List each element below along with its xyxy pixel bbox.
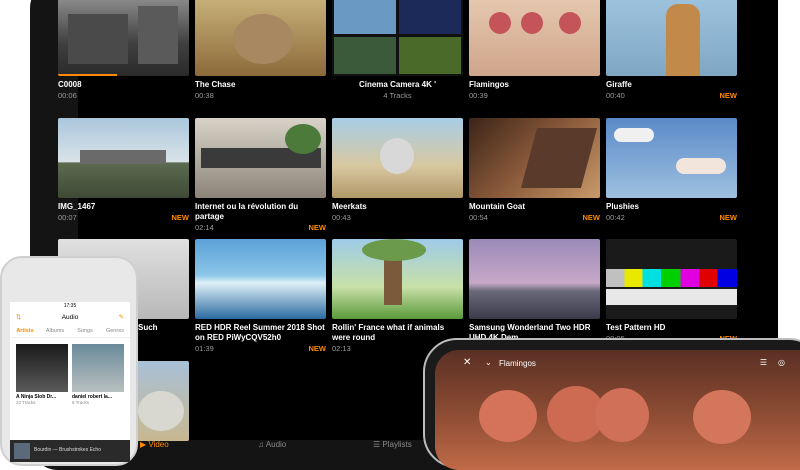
player-top-bar: ✕ ⌄ Flamingos ☰ ◎ <box>435 350 800 376</box>
folder-track-count: 4 Tracks <box>383 91 412 100</box>
status-bar-time: 17:35 <box>63 303 77 309</box>
video-tile[interactable]: The Chase 00:38 <box>195 0 326 100</box>
video-tile[interactable]: C0008 00:06 <box>58 0 189 100</box>
video-thumbnail <box>195 239 326 319</box>
video-duration: 00:38 <box>195 91 214 100</box>
artist-track-count: 22 Tracks <box>16 400 36 405</box>
new-badge: NEW <box>582 213 601 222</box>
tab-artists[interactable]: Artists <box>10 325 40 337</box>
artist-item[interactable]: daniel robert la... 6 Tracks <box>72 344 124 405</box>
chevron-down-icon[interactable]: ⌄ <box>485 358 492 367</box>
video-tile[interactable]: Giraffe 00:40 NEW <box>606 0 737 100</box>
folder-tile[interactable]: Cinema Camera 4K ' 4 Tracks <box>332 0 463 100</box>
new-badge: NEW <box>171 213 190 222</box>
video-title: Mountain Goat <box>469 202 525 211</box>
video-title: C0008 <box>58 80 82 89</box>
video-thumbnail <box>606 239 737 319</box>
video-thumbnail <box>606 0 737 76</box>
phone-device: 17:35 ⇅ Audio ✎ Artists Albums Songs Gen… <box>0 256 138 466</box>
close-icon[interactable]: ✕ <box>463 357 471 368</box>
renderer-icon[interactable]: ◎ <box>778 358 785 367</box>
artist-artwork <box>16 344 68 392</box>
tab-audio-label: Audio <box>265 440 287 449</box>
player-title: Flamingos <box>499 359 536 368</box>
nav-title: Audio <box>61 314 79 321</box>
artist-artwork <box>72 344 124 392</box>
video-tile[interactable]: Flamingos 00:39 <box>469 0 600 100</box>
mini-player-artwork <box>14 443 30 459</box>
video-title: Giraffe <box>606 80 632 89</box>
tab-video-label: Video <box>148 440 169 449</box>
video-duration: 00:06 <box>58 91 77 100</box>
iphone-player-screen: ✕ ⌄ Flamingos ☰ ◎ <box>435 350 800 470</box>
edit-icon[interactable]: ✎ <box>119 311 124 325</box>
video-thumbnail <box>195 118 326 198</box>
tab-audio[interactable]: ♫ Audio <box>258 440 286 449</box>
sort-icon[interactable]: ⇅ <box>16 311 21 325</box>
video-title: Flamingos <box>469 80 510 89</box>
video-thumbnail <box>58 118 189 198</box>
video-thumbnail <box>469 118 600 198</box>
video-duration: 00:42 <box>606 213 625 222</box>
video-tile[interactable]: Meerkats 00:43 <box>332 118 463 222</box>
video-thumbnail <box>469 239 600 319</box>
video-tile[interactable]: RED HDR Reel Summer 2018 Shot on RED PiW… <box>195 239 326 353</box>
video-tile[interactable]: Test Pattern HD 00:05 NEW <box>606 239 737 343</box>
video-thumbnail <box>606 118 737 198</box>
video-title: RED HDR Reel Summer 2018 Shot on RED PiW… <box>195 323 325 342</box>
video-duration: 00:07 <box>58 213 77 222</box>
new-badge: NEW <box>308 223 327 232</box>
folder-thumbnail <box>332 0 463 76</box>
tab-playlists[interactable]: ☰ Playlists <box>373 440 412 449</box>
video-title: The Chase <box>195 80 236 89</box>
video-tile[interactable]: Plushies 00:42 NEW <box>606 118 737 222</box>
tab-playlists-label: Playlists <box>382 440 412 449</box>
video-duration: 00:40 <box>606 91 625 100</box>
video-title: IMG_1467 <box>58 202 96 211</box>
playlist-icon[interactable]: ☰ <box>760 358 767 367</box>
video-duration: 02:14 <box>195 223 214 232</box>
new-badge: NEW <box>719 91 738 100</box>
video-duration: 00:54 <box>469 213 488 222</box>
tab-video[interactable]: ▶ Video <box>140 440 169 449</box>
artist-track-count: 6 Tracks <box>72 400 90 405</box>
video-duration: 01:39 <box>195 344 214 353</box>
nav-bar: ⇅ Audio ✎ <box>10 311 130 325</box>
video-thumbnail <box>469 0 600 76</box>
video-thumbnail <box>58 0 189 76</box>
video-tile[interactable]: Internet ou la révolution du partage 02:… <box>195 118 326 232</box>
video-duration: 00:39 <box>469 91 488 100</box>
progress-bar <box>58 74 117 76</box>
new-badge: NEW <box>308 344 327 353</box>
tab-albums[interactable]: Albums <box>40 325 70 337</box>
video-tile[interactable]: Samsung Wonderland Two HDR UHD 4K Dem <box>469 239 600 343</box>
video-tile[interactable]: IMG_1467 00:07 NEW <box>58 118 189 222</box>
video-title: Meerkats <box>332 202 367 211</box>
mini-player[interactable]: Bourdin — Brushstrokes Echo <box>10 440 130 462</box>
mini-player-title: Bourdin — Brushstrokes Echo <box>34 447 101 453</box>
iphone-device: ✕ ⌄ Flamingos ☰ ◎ <box>423 338 800 470</box>
video-tile[interactable]: Mountain Goat 00:54 NEW <box>469 118 600 222</box>
video-tile[interactable]: Rollin' France what if animals were roun… <box>332 239 463 353</box>
video-title: Internet ou la révolution du partage <box>195 202 299 221</box>
video-title: Test Pattern HD <box>606 323 666 332</box>
phone-screen: 17:35 ⇅ Audio ✎ Artists Albums Songs Gen… <box>10 302 130 462</box>
tab-songs[interactable]: Songs <box>70 325 100 337</box>
segment-tabs: Artists Albums Songs Genres <box>10 325 130 338</box>
artist-item[interactable]: A Ninja Slob Dr... 22 Tracks <box>16 344 68 405</box>
tab-genres[interactable]: Genres <box>100 325 130 337</box>
video-title: Plushies <box>606 202 639 211</box>
new-badge: NEW <box>719 213 738 222</box>
video-duration: 00:43 <box>332 213 351 222</box>
video-thumbnail <box>195 0 326 76</box>
video-thumbnail <box>332 239 463 319</box>
video-thumbnail <box>332 118 463 198</box>
folder-title: Cinema Camera 4K ' <box>358 80 437 89</box>
